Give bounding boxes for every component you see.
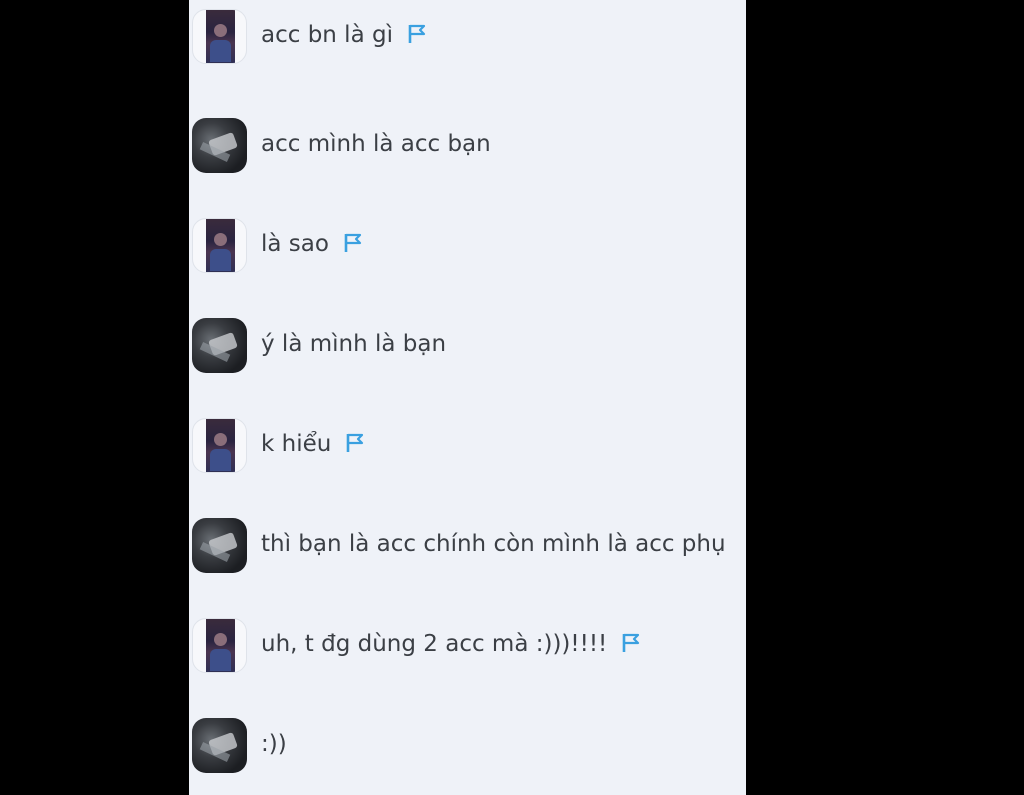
avatar-user-b[interactable] <box>192 518 247 573</box>
flag-icon[interactable] <box>345 432 365 454</box>
message-row-text: k hiểu <box>261 429 365 459</box>
message-row-text: acc bn là gì <box>261 20 427 50</box>
flag-icon[interactable] <box>621 632 641 654</box>
message-text: k hiểu <box>261 431 332 457</box>
chat-message: acc bn là gì <box>189 6 746 66</box>
avatar-user-a[interactable] <box>192 218 247 273</box>
message-row-text: ý là mình là bạn <box>261 329 446 359</box>
avatar-user-a[interactable] <box>192 9 247 64</box>
screen: acc bn là gì acc mình là acc bạn là sao … <box>0 0 1024 795</box>
message-text: uh, t đg dùng 2 acc mà :)))!!!! <box>261 631 608 657</box>
chat-message: ý là mình là bạn <box>189 315 746 375</box>
message-row-text: uh, t đg dùng 2 acc mà :)))!!!! <box>261 629 641 659</box>
message-text: thì bạn là acc chính còn mình là acc phụ <box>261 531 726 557</box>
chat-message: acc mình là acc bạn <box>189 115 746 175</box>
avatar-user-b[interactable] <box>192 718 247 773</box>
chat-message: k hiểu <box>189 415 746 475</box>
avatar-user-a[interactable] <box>192 418 247 473</box>
flag-icon[interactable] <box>407 23 427 45</box>
message-row-text: thì bạn là acc chính còn mình là acc phụ <box>261 529 726 559</box>
chat-message: :)) <box>189 715 746 775</box>
message-row-text: là sao <box>261 229 363 259</box>
message-row-text: acc mình là acc bạn <box>261 129 491 159</box>
chat-panel: acc bn là gì acc mình là acc bạn là sao … <box>189 0 746 795</box>
chat-message: thì bạn là acc chính còn mình là acc phụ <box>189 515 746 575</box>
chat-message: là sao <box>189 215 746 275</box>
message-row-text: :)) <box>261 729 287 759</box>
message-text: acc bn là gì <box>261 22 393 48</box>
message-text: ý là mình là bạn <box>261 331 447 357</box>
message-text: :)) <box>261 731 287 757</box>
chat-message: uh, t đg dùng 2 acc mà :)))!!!! <box>189 615 746 675</box>
avatar-user-b[interactable] <box>192 118 247 173</box>
message-text: acc mình là acc bạn <box>261 131 491 157</box>
avatar-user-a[interactable] <box>192 618 247 673</box>
flag-icon[interactable] <box>343 232 363 254</box>
message-text: là sao <box>261 231 329 257</box>
avatar-user-b[interactable] <box>192 318 247 373</box>
